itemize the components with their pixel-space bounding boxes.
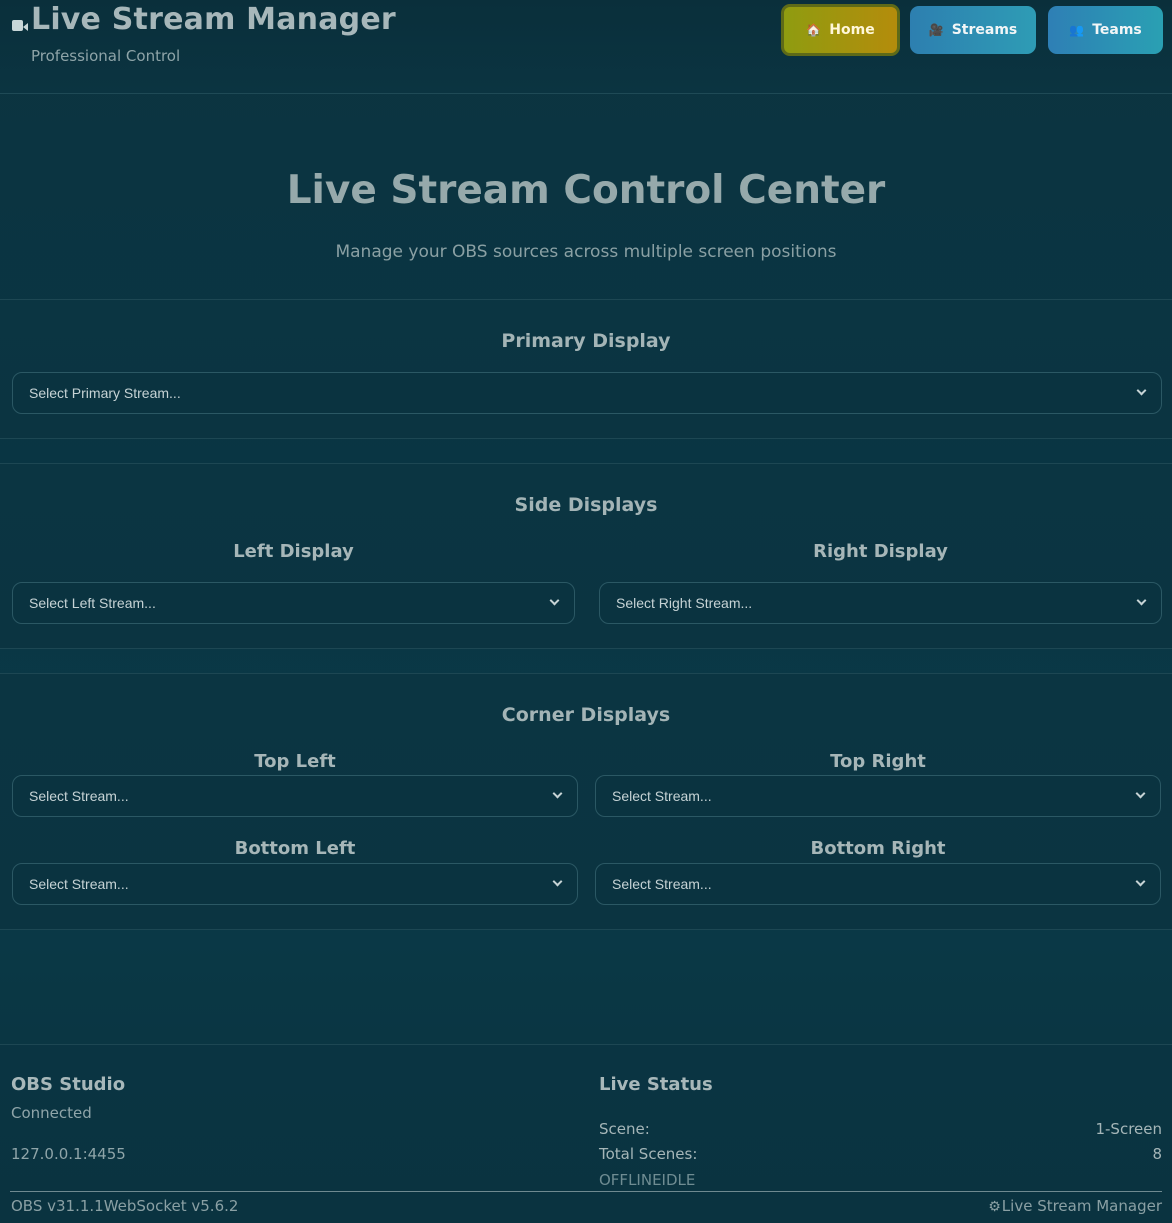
left-stream-select-value: Select Left Stream... [29,595,156,611]
streams-button[interactable]: 🎥 Streams [910,6,1036,54]
bottom-right-stream-select[interactable]: Select Stream... [595,863,1161,905]
right-stream-select[interactable]: Select Right Stream... [599,582,1162,624]
bottom-left-stream-select[interactable]: Select Stream... [12,863,578,905]
primary-stream-select[interactable]: Select Primary Stream... [12,372,1162,414]
top-right-label: Top Right [830,751,926,772]
chevron-down-icon [552,788,563,799]
total-scenes-label: Total Scenes: [599,1145,698,1163]
top-left-stream-select-value: Select Stream... [29,788,129,804]
top-right-stream-select[interactable]: Select Stream... [595,775,1161,817]
live-status-title: Live Status [599,1074,713,1095]
film-camera-icon: 🎥 [928,23,944,37]
top-right-stream-select-value: Select Stream... [612,788,712,804]
bottom-left-stream-select-value: Select Stream... [29,876,129,892]
scene-value: 1-Screen [1095,1120,1162,1138]
primary-display-section: Primary Display Select Primary Stream... [0,299,1172,439]
app-title: Live Stream Manager [31,2,396,37]
gear-icon: ⚙ [988,1199,1001,1215]
stream-state: OFFLINEIDLE [599,1171,696,1189]
chevron-down-icon [1135,788,1146,799]
streams-button-label: Streams [951,22,1018,38]
brand: Live Stream Manager [12,2,396,37]
app-subtitle: Professional Control [31,47,181,65]
corner-displays-title: Corner Displays [501,704,671,726]
primary-stream-select-value: Select Primary Stream... [29,385,181,401]
top-bar: Live Stream Manager Professional Control… [0,0,1172,94]
corner-displays-section: Corner Displays Top Left Top Right Selec… [0,673,1172,930]
left-display-label: Left Display [233,541,354,562]
top-left-label: Top Left [254,751,336,772]
video-camera-icon [12,18,28,32]
people-icon: 👥 [1069,23,1085,37]
teams-button[interactable]: 👥 Teams [1048,6,1163,54]
top-left-stream-select[interactable]: Select Stream... [12,775,578,817]
chevron-down-icon [1136,385,1147,396]
bottom-right-stream-select-value: Select Stream... [612,876,712,892]
obs-studio-title: OBS Studio [11,1074,126,1095]
home-button-label: Home [829,22,875,38]
primary-display-title: Primary Display [501,330,671,352]
side-displays-section: Side Displays Left Display Right Display… [0,463,1172,649]
chevron-down-icon [552,876,563,887]
chevron-down-icon [549,595,560,606]
page-subtitle: Manage your OBS sources across multiple … [335,242,837,262]
right-stream-select-value: Select Right Stream... [616,595,753,611]
version-info: OBS v31.1.1WebSocket v5.6.2 [11,1197,239,1215]
left-stream-select[interactable]: Select Left Stream... [12,582,575,624]
bottom-right-label: Bottom Right [810,838,946,859]
page-title: Live Stream Control Center [286,168,886,213]
right-display-label: Right Display [813,541,948,562]
bottom-left-label: Bottom Left [234,838,356,859]
total-scenes-value: 8 [1152,1145,1162,1163]
footer-divider [10,1191,1162,1192]
side-displays-title: Side Displays [514,494,658,516]
teams-button-label: Teams [1092,22,1142,38]
scene-label: Scene: [599,1120,650,1138]
footer-brand-label: Live Stream Manager [1001,1197,1162,1215]
home-button[interactable]: 🏠 Home [781,4,900,56]
obs-connection-status: Connected [11,1104,92,1122]
chevron-down-icon [1136,595,1147,606]
footer-brand: ⚙Live Stream Manager [988,1197,1162,1215]
chevron-down-icon [1135,876,1146,887]
obs-address: 127.0.0.1:4455 [11,1145,126,1163]
house-icon: 🏠 [806,23,822,37]
